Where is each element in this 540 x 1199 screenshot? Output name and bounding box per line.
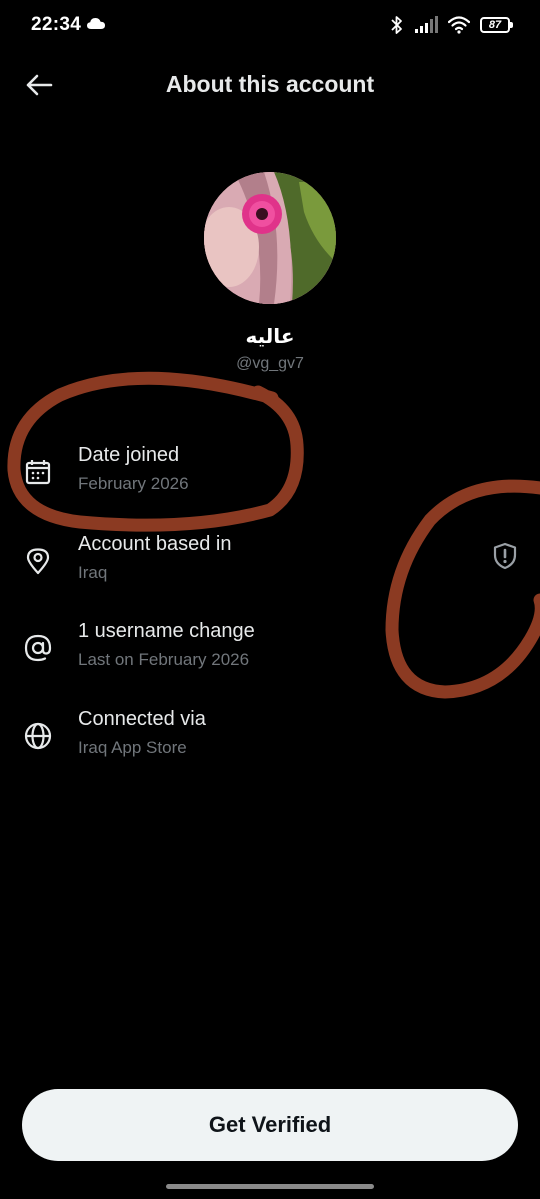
battery-level: 87: [488, 19, 502, 31]
info-label: Date joined: [78, 444, 180, 466]
header: About this account: [0, 60, 540, 110]
info-value: Iraq App Store: [78, 738, 187, 757]
home-indicator[interactable]: [166, 1184, 374, 1189]
location-pin-icon: [22, 545, 54, 577]
signal-icon: [415, 16, 438, 33]
info-value: Iraq: [78, 563, 108, 582]
avatar-image: [204, 172, 336, 304]
info-value: February 2026: [78, 474, 189, 493]
status-time: 22:34: [31, 14, 82, 35]
info-item-account-based-in: Account based in Iraq: [0, 529, 540, 599]
page-title: About this account: [165, 71, 375, 97]
status-icons: 87: [390, 13, 513, 37]
avatar[interactable]: [204, 172, 336, 304]
cloud-icon: [87, 18, 105, 29]
info-value: Last on February 2026: [78, 650, 250, 669]
info-item-username-change: 1 username change Last on February 2026: [0, 616, 540, 686]
get-verified-button[interactable]: Get Verified: [22, 1089, 518, 1161]
display-name: عاليه: [245, 324, 295, 348]
battery-icon: 87: [480, 17, 513, 33]
info-item-connected-via: Connected via Iraq App Store: [0, 704, 540, 774]
username-handle: @vg_gv7: [236, 355, 304, 372]
calendar-icon: [22, 456, 54, 488]
bluetooth-icon: [391, 16, 402, 34]
info-label: Connected via: [78, 708, 206, 730]
info-item-date-joined: Date joined February 2026: [0, 440, 540, 510]
globe-icon: [22, 720, 54, 752]
info-label: Account based in: [78, 533, 232, 555]
at-sign-icon: [22, 632, 54, 664]
status-bar: 22:34 87: [0, 0, 540, 50]
wifi-icon: [448, 16, 470, 34]
info-label: 1 username change: [78, 620, 255, 642]
shield-alert-icon[interactable]: [490, 541, 520, 571]
